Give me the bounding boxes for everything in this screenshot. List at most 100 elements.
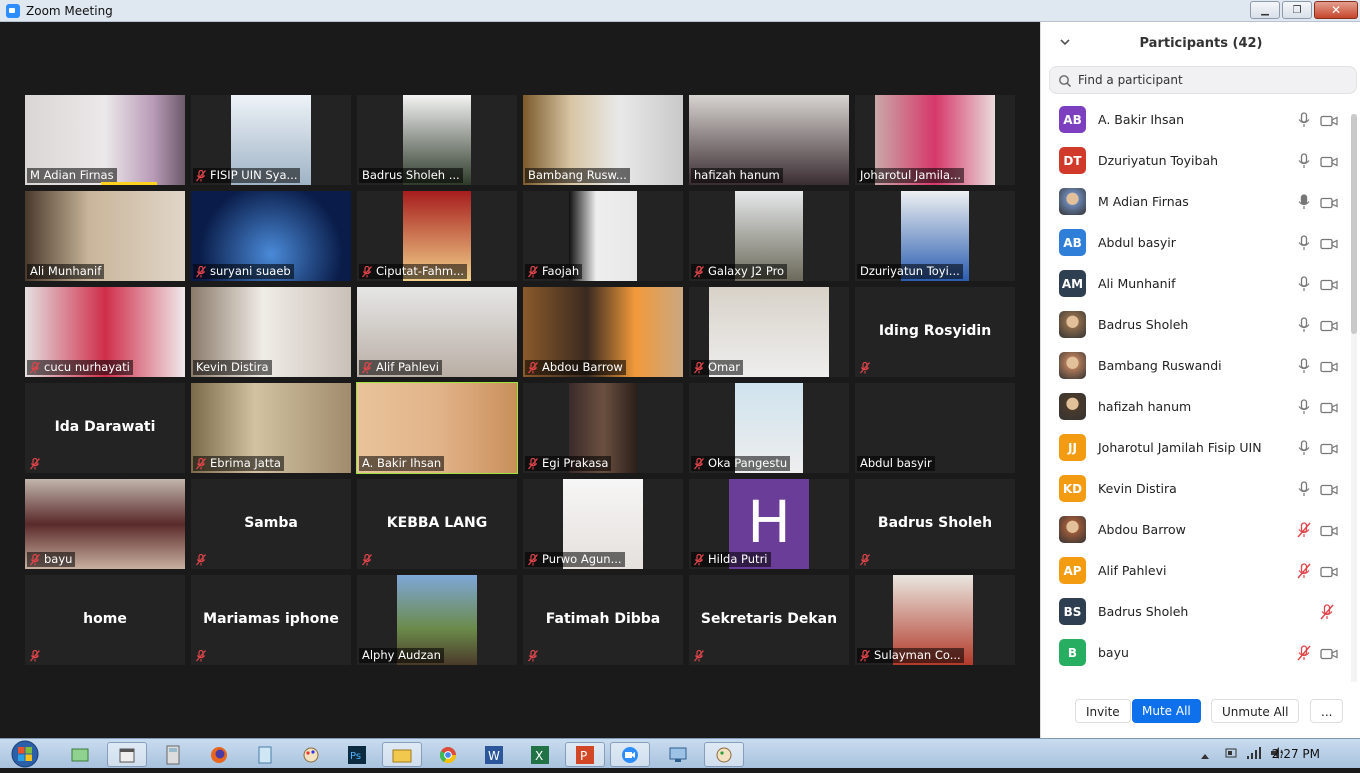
participant-row[interactable]: AB Abdul basyir [1041,222,1349,263]
video-camera-icon[interactable] [1320,646,1338,660]
participant-row[interactable]: Bbayu [1041,632,1349,673]
paint-icon[interactable] [291,742,331,767]
video-tile[interactable]: Badrus Sholeh ... [357,95,517,185]
video-tile[interactable]: Joharotul Jamila... [855,95,1015,185]
video-tile[interactable]: Sulayman Co... [855,575,1015,665]
powerpoint-icon[interactable]: P [565,742,605,767]
video-tile[interactable]: FISIP UIN Sya... [191,95,351,185]
paint-brush-app-icon[interactable] [704,742,744,767]
video-tile[interactable]: Ciputat-Fahm... [357,191,517,281]
participant-search-box[interactable] [1049,66,1357,94]
muted-mic-icon[interactable] [1297,644,1311,661]
minimize-button[interactable]: ▁ [1250,1,1280,19]
video-tile[interactable]: Fatimah Dibba [523,575,683,665]
video-tile[interactable]: Badrus Sholeh [855,479,1015,569]
file-explorer-icon[interactable] [382,742,422,767]
video-tile[interactable]: H Hilda Putri [689,479,849,569]
scrollbar-thumb[interactable] [1351,114,1357,334]
video-camera-icon[interactable] [1320,523,1338,537]
video-tile[interactable]: Ebrima Jatta [191,383,351,473]
video-tile[interactable]: cucu nurhayati [25,287,185,377]
mic-icon[interactable] [1297,193,1311,210]
video-tile[interactable]: Abdul basyir [855,383,1015,473]
close-button[interactable]: ✕ [1314,1,1358,19]
video-tile[interactable]: Galaxy J2 Pro [689,191,849,281]
mic-icon[interactable] [1297,439,1311,456]
mic-icon[interactable] [1297,480,1311,497]
show-desktop-icon[interactable] [60,742,100,767]
video-tile[interactable]: Oka Pangestu [689,383,849,473]
calculator-icon[interactable] [153,742,193,767]
photoshop-icon[interactable]: Ps [337,742,377,767]
participant-row[interactable]: AB A. Bakir Ihsan [1041,99,1349,140]
video-tile[interactable]: Iding Rosyidin [855,287,1015,377]
video-tile[interactable]: bayu [25,479,185,569]
calendar-app-icon[interactable] [107,742,147,767]
video-tile[interactable]: A. Bakir Ihsan [356,382,518,474]
video-camera-icon[interactable] [1320,400,1338,414]
mic-icon[interactable] [1297,275,1311,292]
video-tile[interactable]: Abdou Barrow [523,287,683,377]
video-camera-icon[interactable] [1320,195,1338,209]
video-tile[interactable]: M Adian Firnas [25,95,185,185]
participant-row[interactable]: M Adian Firnas [1041,181,1349,222]
mic-icon[interactable] [1297,234,1311,251]
excel-icon[interactable]: X [520,742,560,767]
video-tile[interactable]: Purwo Agun... [523,479,683,569]
chrome-icon[interactable] [428,742,468,767]
start-button[interactable] [8,739,46,769]
video-tile[interactable]: Samba [191,479,351,569]
video-tile[interactable]: Bambang Rusw... [523,95,683,185]
mic-icon[interactable] [1297,398,1311,415]
invite-button[interactable]: Invite [1075,699,1131,723]
video-tile[interactable]: Sekretaris Dekan [689,575,849,665]
muted-mic-icon[interactable] [1320,603,1334,620]
mute-all-button[interactable]: Mute All [1132,699,1201,723]
zoom-taskbar-icon[interactable] [610,742,650,767]
unmute-all-button[interactable]: Unmute All [1211,699,1300,723]
video-tile[interactable]: Alphy Audzan [357,575,517,665]
video-camera-icon[interactable] [1320,113,1338,127]
video-tile[interactable]: Faojah [523,191,683,281]
video-camera-icon[interactable] [1320,441,1338,455]
participant-list-scrollbar[interactable] [1351,114,1357,682]
remote-desktop-icon[interactable] [658,742,698,767]
video-camera-icon[interactable] [1320,359,1338,373]
muted-mic-icon[interactable] [1297,562,1311,579]
show-hidden-icons-icon[interactable] [1200,745,1214,764]
video-tile[interactable]: KEBBA LANG [357,479,517,569]
participant-row[interactable]: KD Kevin Distira [1041,468,1349,509]
mic-icon[interactable] [1297,111,1311,128]
firefox-icon[interactable] [199,742,239,767]
power-icon[interactable] [1224,745,1238,764]
video-camera-icon[interactable] [1320,318,1338,332]
mic-icon[interactable] [1297,152,1311,169]
participant-row[interactable]: Abdou Barrow [1041,509,1349,550]
video-tile[interactable]: Ida Darawati [25,383,185,473]
video-tile[interactable]: Mariamas iphone [191,575,351,665]
participant-row[interactable]: AP Alif Pahlevi [1041,550,1349,591]
video-tile[interactable]: hafizah hanum [689,95,849,185]
mic-icon[interactable] [1297,316,1311,333]
video-tile[interactable]: Omar [689,287,849,377]
video-tile[interactable]: suryani suaeb [191,191,351,281]
video-camera-icon[interactable] [1320,564,1338,578]
participant-row[interactable]: Badrus Sholeh [1041,304,1349,345]
video-tile[interactable]: Dzuriyatun Toyi... [855,191,1015,281]
video-camera-icon[interactable] [1320,154,1338,168]
video-tile[interactable]: Alif Pahlevi [357,287,517,377]
video-tile[interactable]: Kevin Distira [191,287,351,377]
participant-row[interactable]: AM Ali Munhanif [1041,263,1349,304]
participant-row[interactable]: JJ Joharotul Jamilah Fisip UIN [1041,427,1349,468]
participant-row[interactable]: Bambang Ruswandi [1041,345,1349,386]
participant-search-input[interactable] [1078,73,1338,87]
muted-mic-icon[interactable] [1297,521,1311,538]
participant-row[interactable]: BS Badrus Sholeh [1041,591,1349,632]
video-camera-icon[interactable] [1320,277,1338,291]
video-camera-icon[interactable] [1320,482,1338,496]
mic-icon[interactable] [1297,357,1311,374]
video-tile[interactable]: home [25,575,185,665]
participant-row[interactable]: DT Dzuriyatun Toyibah [1041,140,1349,181]
video-tile[interactable]: Ali Munhanif [25,191,185,281]
network-signal-icon[interactable] [1246,745,1262,764]
